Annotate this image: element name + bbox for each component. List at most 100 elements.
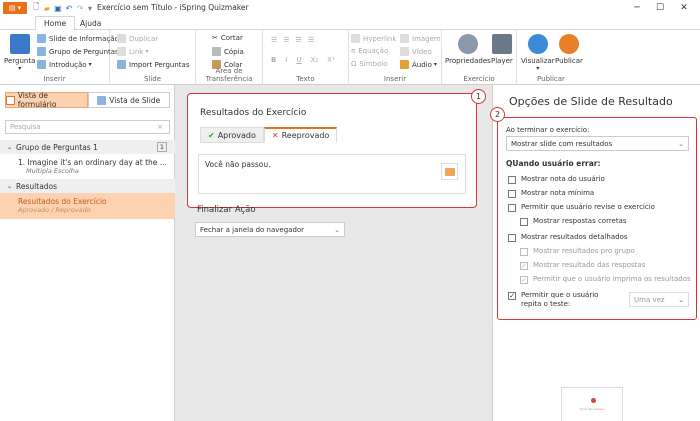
redo-icon[interactable]: ↷: [75, 2, 85, 14]
group-icon: [37, 47, 46, 56]
play-icon: [527, 34, 548, 54]
maximize-button[interactable]: ☐: [650, 1, 670, 15]
pergunta-button[interactable]: Pergunta ▾: [4, 34, 35, 72]
audio-button[interactable]: Áudio ▾: [400, 60, 437, 69]
fail-icon: [591, 398, 596, 403]
player-button[interactable]: Player: [491, 34, 513, 65]
italic-button[interactable]: I: [285, 56, 287, 64]
callout-badge-2: 2: [490, 107, 505, 122]
slide-info-button[interactable]: Slide de Informação: [37, 34, 119, 43]
omega-icon: Ω: [351, 60, 357, 68]
group-inserir: Pergunta ▾ Slide de Informação Grupo de …: [0, 30, 119, 85]
app-window: ▤ ▾ 🗋 ▰ ▣ ↶ ↷ ▾ Exercício sem Título - i…: [0, 0, 700, 421]
tab-home[interactable]: Home: [35, 16, 76, 31]
scissors-icon: ✂: [212, 34, 218, 42]
undo-icon[interactable]: ↶: [64, 2, 74, 14]
app-menu-button[interactable]: ▤ ▾: [3, 2, 27, 14]
tab-approved[interactable]: ✔ Aprovado: [200, 127, 264, 143]
speaker-icon: [444, 167, 455, 176]
publish-button[interactable]: Publicar: [555, 34, 583, 65]
show-detailed-checkbox[interactable]: Mostrar resultados detalhados: [508, 233, 628, 242]
tree-question-1[interactable]: 1. Imagine it's an ordinary day at the .…: [0, 154, 175, 179]
slide-icon: [37, 34, 46, 43]
tab-ajuda[interactable]: Ajuda: [72, 16, 109, 30]
retry-count-select[interactable]: Uma vez ⌄: [629, 292, 689, 307]
copy-icon: [212, 47, 221, 56]
symbol-button[interactable]: Ω Símbolo: [351, 60, 388, 68]
answers-result-checkbox[interactable]: ✓ Mostrar resultado das respostas: [520, 261, 645, 270]
superscript-button[interactable]: X²: [327, 56, 335, 64]
import-questions-button[interactable]: Import Perguntas: [117, 60, 190, 69]
message-editor[interactable]: Você não passou.: [198, 154, 466, 194]
equation-button[interactable]: π Equação: [351, 47, 388, 55]
tree-result-item[interactable]: Resultados do Exercício Aprovado / Repro…: [0, 193, 175, 219]
intro-button[interactable]: Introdução ▾: [37, 60, 92, 69]
allow-retry-checkbox[interactable]: ✓ Permitir que o usuário repita o teste:: [508, 291, 620, 309]
slide-view-icon: [97, 95, 107, 105]
hyperlink-button[interactable]: Hyperlink: [351, 34, 396, 43]
speaker-icon: [400, 60, 409, 69]
finish-action-select[interactable]: Fechar a janela do navegador ⌄: [195, 222, 345, 237]
chevron-down-icon[interactable]: ⌄: [7, 183, 12, 190]
gear-icon: [457, 34, 478, 54]
customize-toolbar-icon[interactable]: ▾: [85, 2, 95, 14]
panel-title: Opções de Slide de Resultado: [509, 95, 673, 108]
underline-button[interactable]: U: [296, 56, 301, 64]
minimize-button[interactable]: ─: [627, 1, 647, 15]
form-view-icon: [6, 95, 15, 105]
editor-area: Resultados do Exercício ✔ Aprovado ✕ Reepr…: [175, 85, 492, 421]
preview-button[interactable]: Visualizar ▾: [521, 34, 555, 72]
image-icon: [400, 34, 409, 43]
new-file-icon[interactable]: 🗋: [31, 2, 41, 14]
results-by-group-checkbox[interactable]: Mostrar resultados pro grupo: [520, 247, 635, 256]
player-icon: [491, 34, 512, 54]
group-texto: ☰☰☰☰ B I U X₂ X² Texto: [263, 30, 349, 85]
intro-icon: [37, 60, 46, 69]
chevron-down-icon: ⌄: [334, 226, 340, 234]
bold-button[interactable]: B: [271, 56, 276, 64]
copy-button[interactable]: Cópia: [212, 47, 244, 56]
video-button[interactable]: Vídeo: [400, 47, 432, 56]
clear-icon[interactable]: ×: [157, 123, 163, 131]
callout-badge-1: 1: [471, 89, 486, 104]
view-tabs: Vista de formulário Vista de Slide: [5, 91, 170, 109]
question-group-button[interactable]: Grupo de Perguntas: [37, 47, 119, 56]
format-buttons: B I U X₂ X²: [271, 56, 335, 64]
add-audio-button[interactable]: [441, 163, 458, 180]
tab-slide-view[interactable]: Vista de Slide: [87, 92, 170, 108]
open-folder-icon[interactable]: ▰: [42, 2, 52, 14]
group-publicar: Visualizar ▾ Publicar Publicar: [517, 30, 585, 85]
search-input[interactable]: Pesquisa ×: [5, 120, 170, 134]
chevron-down-icon[interactable]: ⌄: [7, 144, 12, 151]
slide-tree: ⌄ Grupo de Perguntas 1 1 1. Imagine it's…: [0, 140, 175, 219]
allow-review-checkbox[interactable]: Permitir que usuário revise o exercício: [508, 203, 655, 212]
show-correct-checkbox[interactable]: Mostrar respostas corretas: [520, 217, 627, 226]
globe-icon: [558, 34, 579, 54]
show-min-score-checkbox[interactable]: Mostrar nota mínima: [508, 189, 594, 198]
on-finish-label: Ao terminar o exercício:: [506, 126, 590, 134]
tree-group-1[interactable]: ⌄ Grupo de Perguntas 1 1: [0, 140, 175, 154]
on-finish-select[interactable]: Mostrar slide com resultados ⌄: [506, 136, 689, 151]
slide-thumbnail[interactable]: Você não passou: [561, 387, 623, 421]
group-exercicio: Propriedades Player Exercício: [442, 30, 517, 85]
allow-print-checkbox[interactable]: ✓ Permitir que o usuário imprima os resul…: [520, 275, 691, 284]
chevron-down-icon: ⌄: [678, 296, 684, 304]
subscript-button[interactable]: X₂: [311, 56, 319, 64]
list-buttons[interactable]: ☰☰☰☰: [271, 36, 320, 44]
properties-button[interactable]: Propriedades: [445, 34, 491, 65]
show-score-checkbox[interactable]: Mostrar nota do usuário: [508, 175, 605, 184]
close-button[interactable]: ✕: [674, 1, 694, 15]
tab-form-view[interactable]: Vista de formulário: [5, 91, 88, 109]
tab-failed[interactable]: ✕ Reeprovado: [263, 127, 338, 143]
chevron-down-icon: ⌄: [678, 140, 684, 148]
duplicate-button[interactable]: Duplicar: [117, 34, 158, 43]
link-button[interactable]: Link ▾: [117, 47, 148, 56]
result-tabs: ✔ Aprovado ✕ Reeprovado: [200, 127, 338, 143]
save-icon[interactable]: ▣: [53, 2, 63, 14]
title-bar: ▤ ▾ 🗋 ▰ ▣ ↶ ↷ ▾ Exercício sem Título - i…: [0, 0, 700, 16]
result-options-box: Ao terminar o exercício: Mostrar slide c…: [497, 117, 697, 320]
duplicate-icon: [117, 34, 126, 43]
image-button[interactable]: Imagem: [400, 34, 441, 43]
tree-group-results[interactable]: ⌄ Resultados: [0, 179, 175, 193]
cut-button[interactable]: ✂ Cortar: [212, 34, 243, 42]
